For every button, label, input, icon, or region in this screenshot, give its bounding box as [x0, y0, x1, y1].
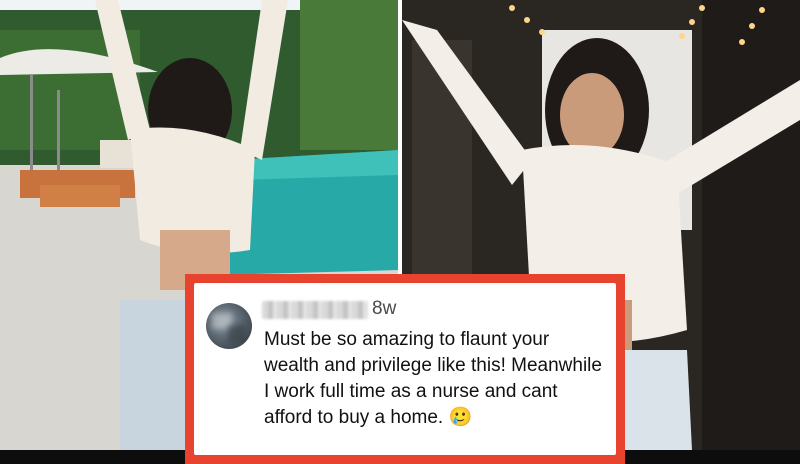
commenter-username-blurred[interactable]: [262, 301, 368, 319]
comment-body: 8w Must be so amazing to flaunt your wea…: [194, 283, 616, 455]
comment-timestamp: 8w: [372, 298, 397, 319]
commenter-avatar[interactable]: [206, 303, 252, 349]
comment-text: Must be so amazing to flaunt your wealth…: [264, 329, 602, 428]
comment-card: 8w Must be so amazing to flaunt your wea…: [185, 274, 625, 464]
